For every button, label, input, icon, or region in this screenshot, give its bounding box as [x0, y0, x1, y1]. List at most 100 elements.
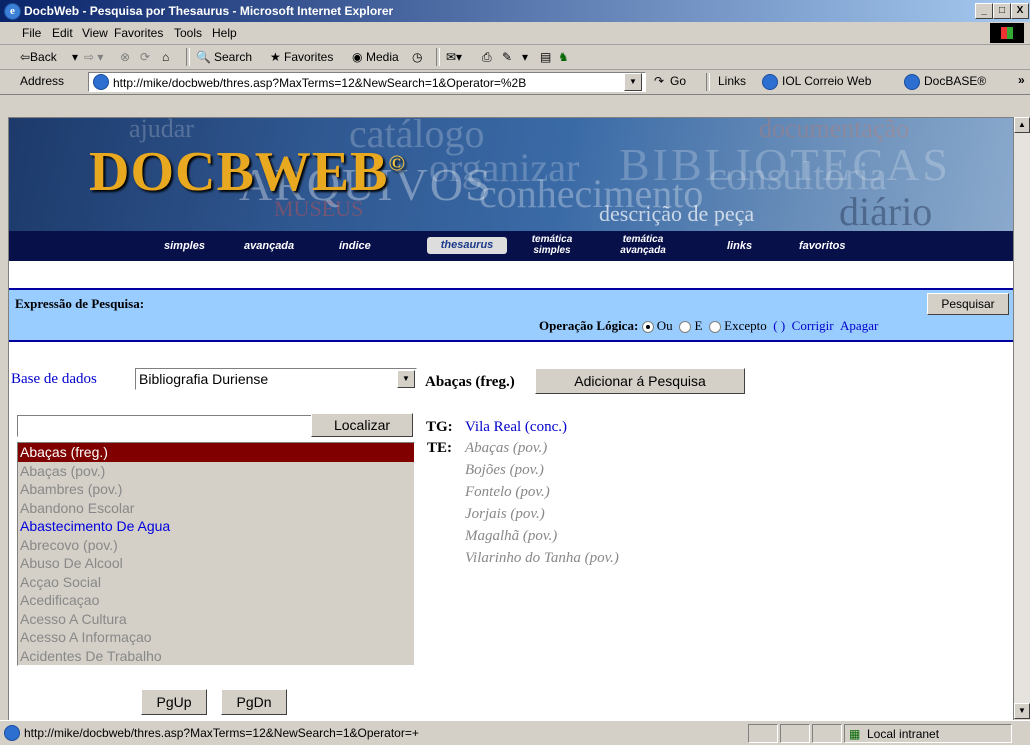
term-list-item[interactable]: Abambres (pov.)	[18, 480, 414, 499]
links-chevron-icon[interactable]: »	[1018, 73, 1025, 87]
te-term[interactable]: Bojões (pov.)	[465, 462, 544, 479]
term-list-item[interactable]: Acesso A Cultura	[18, 610, 414, 629]
go-button[interactable]: Go	[670, 74, 686, 88]
close-button[interactable]: X	[1011, 3, 1029, 19]
terms-listbox[interactable]: Abaças (freg.) Abaças (pov.) Abambres (pov…	[17, 442, 415, 666]
zone-label: Local intranet	[867, 727, 940, 741]
status-pane	[748, 724, 778, 743]
menu-help[interactable]: Help	[212, 26, 237, 40]
lite-icon[interactable]: ♞	[558, 50, 569, 64]
vertical-scrollbar[interactable]: ▲ ▼	[1014, 117, 1030, 719]
nav-thesaurus-active[interactable]: thesaurus	[427, 237, 507, 254]
banner-word: diário	[839, 189, 933, 231]
te-term[interactable]: Abaças (pov.)	[465, 440, 547, 457]
pgup-button[interactable]: PgUp	[141, 689, 207, 715]
history-icon[interactable]: ◷	[412, 50, 422, 64]
menu-file[interactable]: File	[22, 26, 41, 40]
forward-button[interactable]: ⇨ ▾	[84, 50, 103, 64]
minimize-button[interactable]: _	[975, 3, 993, 19]
nav-avancada[interactable]: avançada	[244, 240, 294, 252]
back-dropdown-icon[interactable]: ▾	[72, 50, 78, 64]
term-list-item[interactable]: Abandono Escolar	[18, 499, 414, 518]
nav-tematica-simples[interactable]: temática simples	[527, 234, 577, 256]
te-term[interactable]: Jorjais (pov.)	[465, 506, 545, 523]
address-input[interactable]: http://mike/docbweb/thres.asp?MaxTerms=1…	[88, 72, 646, 92]
database-selected-value: Bibliografia Duriense	[139, 371, 269, 387]
nav-tematica-avancada[interactable]: temática avançada	[613, 234, 673, 256]
go-arrow-icon: ↷	[654, 74, 665, 88]
search-icon: 🔍	[196, 50, 211, 64]
radio-ou-label: Ou	[656, 318, 673, 333]
nav-links[interactable]: links	[727, 240, 752, 252]
messenger-icon[interactable]: ▤	[540, 50, 551, 64]
link-docbase[interactable]: DocBASE®	[924, 74, 986, 88]
te-term[interactable]: Fontelo (pov.)	[465, 484, 550, 501]
term-list-item[interactable]: Acesso A Informaçao	[18, 628, 414, 647]
edit-icon[interactable]: ✎	[502, 50, 512, 64]
nav-simples[interactable]: simples	[164, 240, 205, 252]
nav-favoritos[interactable]: favoritos	[799, 240, 845, 252]
add-to-search-button[interactable]: Adicionar á Pesquisa	[535, 368, 745, 394]
radio-ou[interactable]	[641, 321, 654, 334]
tg-link[interactable]: Vila Real (conc.)	[465, 419, 567, 436]
main-navigation: simples avançada índice thesaurus temáti…	[9, 231, 1013, 261]
scroll-down-icon[interactable]: ▼	[1014, 703, 1030, 719]
term-list-item[interactable]: Abrecovo (pov.)	[18, 536, 414, 555]
docbweb-banner: ajudar catálogo organizar BIBLIOTECAS do…	[9, 118, 1013, 231]
term-list-item[interactable]: Abuso De Alcool	[18, 554, 414, 573]
term-list-item[interactable]: Acçao Social	[18, 573, 414, 592]
search-button[interactable]: Search	[214, 50, 252, 64]
term-list-item[interactable]: Acedificaçao	[18, 591, 414, 610]
term-list-item[interactable]: Abaças (pov.)	[18, 462, 414, 481]
radio-excepto[interactable]	[708, 321, 721, 334]
windows-logo-icon	[990, 23, 1024, 43]
nav-indice[interactable]: índice	[339, 240, 371, 252]
ie-icon: e	[4, 3, 21, 20]
maximize-button[interactable]: □	[993, 3, 1011, 19]
apagar-link[interactable]: Apagar	[840, 318, 878, 333]
discuss-icon[interactable]: ▾	[522, 50, 528, 64]
menu-view[interactable]: View	[82, 26, 108, 40]
menu-edit[interactable]: Edit	[52, 26, 73, 40]
refresh-icon[interactable]: ⟳	[140, 50, 150, 64]
back-button[interactable]: ⇦Back	[20, 50, 57, 64]
mail-icon[interactable]: ✉▾	[446, 50, 462, 64]
media-icon: ◉	[352, 50, 363, 64]
favorites-button[interactable]: Favorites	[284, 50, 333, 64]
parentheses-link[interactable]: ( )	[773, 318, 785, 333]
address-url: http://mike/docbweb/thres.asp?MaxTerms=1…	[113, 76, 527, 90]
menu-tools[interactable]: Tools	[174, 26, 202, 40]
status-bar: http://mike/docbweb/thres.asp?MaxTerms=1…	[0, 720, 1030, 745]
intranet-icon: ▦	[849, 727, 861, 741]
radio-e[interactable]	[679, 321, 692, 334]
home-icon[interactable]: ⌂	[162, 50, 169, 64]
database-dropdown-icon[interactable]: ▼	[397, 370, 415, 388]
te-term[interactable]: Vilarinho do Tanha (pov.)	[465, 550, 619, 567]
print-icon[interactable]: ⎙	[482, 50, 492, 65]
stop-icon[interactable]: ⊗	[120, 50, 130, 64]
logical-operation-row: Operação Lógica: Ou E Excepto ( ) Corrig…	[539, 318, 878, 334]
locate-input[interactable]	[17, 415, 315, 437]
scroll-up-icon[interactable]: ▲	[1014, 117, 1030, 133]
pgdn-button[interactable]: PgDn	[221, 689, 287, 715]
term-list-item[interactable]: Abaças (freg.)	[18, 443, 414, 462]
toolbar-separator	[706, 73, 710, 91]
status-pane	[780, 724, 810, 743]
link-iol-correio[interactable]: IOL Correio Web	[782, 74, 871, 88]
te-term[interactable]: Magalhã (pov.)	[465, 528, 557, 545]
localizar-button[interactable]: Localizar	[311, 413, 413, 437]
pesquisar-button[interactable]: Pesquisar	[927, 293, 1009, 315]
banner-word: documentação	[759, 118, 910, 143]
database-select[interactable]: Bibliografia Duriense ▼	[135, 368, 417, 390]
corrigir-link[interactable]: Corrigir	[792, 318, 834, 333]
tg-label: TG:	[426, 419, 453, 435]
window-title-bar[interactable]: e DocbWeb - Pesquisa por Thesaurus - Mic…	[0, 0, 1030, 22]
term-list-item[interactable]: Abastecimento De Agua	[18, 517, 414, 536]
menu-favorites[interactable]: Favorites	[114, 26, 163, 40]
term-list-item[interactable]: Acidentes De Trabalho	[18, 647, 414, 666]
address-dropdown-icon[interactable]: ▼	[624, 73, 642, 91]
status-pane	[812, 724, 842, 743]
page-icon	[93, 74, 109, 90]
te-label: TE:	[427, 440, 453, 456]
media-button[interactable]: Media	[366, 50, 399, 64]
